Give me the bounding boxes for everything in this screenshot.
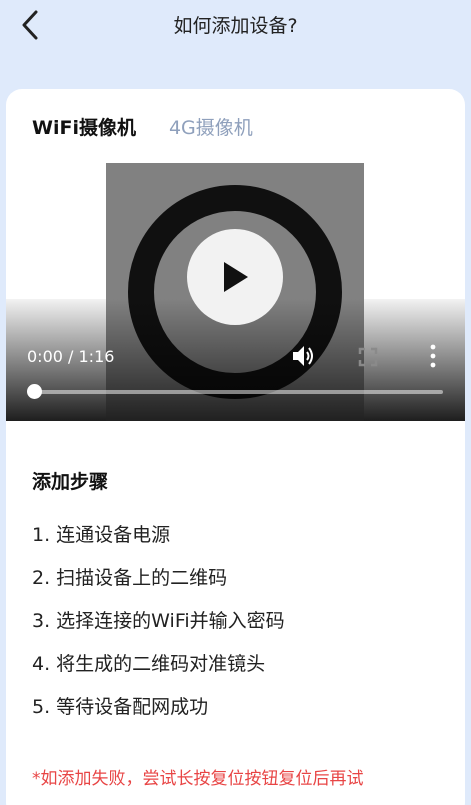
step-item: 4. 将生成的二维码对准镜头: [32, 653, 266, 675]
video-time: 0:00 / 1:16: [27, 347, 115, 366]
volume-icon: [293, 346, 313, 366]
video-player[interactable]: 0:00 / 1:16: [6, 163, 465, 421]
progress-track[interactable]: [34, 390, 443, 394]
more-vertical-icon: [430, 344, 436, 368]
tab-4g-camera[interactable]: 4G摄像机: [169, 113, 253, 140]
fullscreen-icon: [358, 347, 378, 367]
steps-list: 1. 连通设备电源 2. 扫描设备上的二维码 3. 选择连接的WiFi并输入密码…: [32, 520, 285, 735]
header: 如何添加设备?: [0, 0, 471, 50]
play-button[interactable]: [187, 229, 283, 325]
step-item: 3. 选择连接的WiFi并输入密码: [32, 610, 285, 632]
step-item: 5. 等待设备配网成功: [32, 696, 209, 718]
tab-wifi-camera[interactable]: WiFi摄像机: [32, 113, 136, 140]
step-item: 1. 连通设备电源: [32, 524, 171, 546]
more-options-button[interactable]: [423, 343, 443, 369]
step-item: 2. 扫描设备上的二维码: [32, 567, 228, 589]
camera-type-tabs: WiFi摄像机 4G摄像机: [32, 113, 253, 139]
play-icon: [224, 262, 248, 292]
page-title: 如何添加设备?: [173, 15, 298, 37]
video-shade-right: [364, 299, 465, 421]
steps-title: 添加步骤: [32, 471, 109, 493]
failure-hint: *如添加失败，尝试长按复位按钮复位后再试: [32, 769, 364, 789]
content-card: WiFi摄像机 4G摄像机 0:00 / 1:16 添加步骤 1. 连通设备电源…: [6, 89, 465, 805]
volume-button[interactable]: [290, 343, 316, 369]
progress-knob[interactable]: [27, 384, 42, 399]
fullscreen-button[interactable]: [358, 347, 378, 367]
